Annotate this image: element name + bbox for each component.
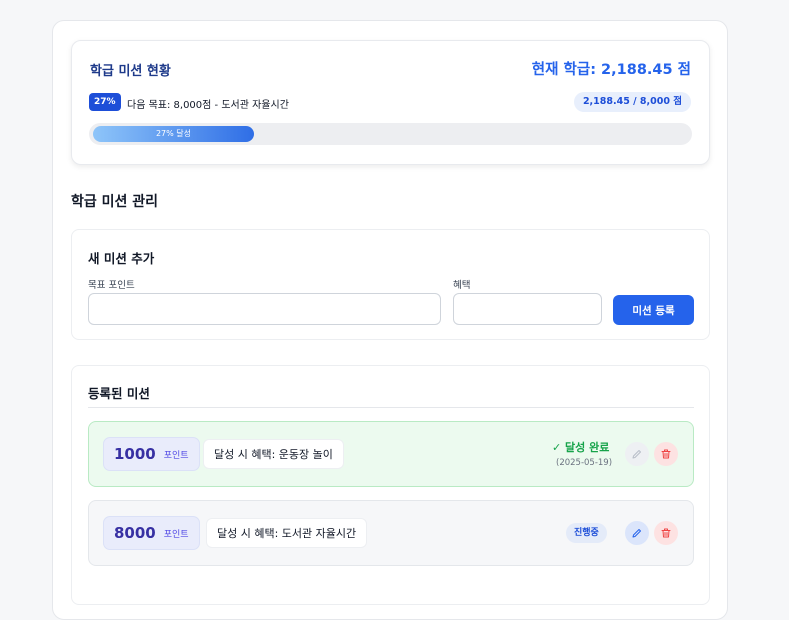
points-label: 목표 포인트 — [88, 280, 135, 291]
completion-date: (2025-05-19) — [556, 458, 613, 468]
points-input[interactable] — [88, 293, 441, 325]
points-value: 1000 — [114, 445, 156, 463]
mission-row-active: 8000 포인트 달성 시 혜택: 도서관 자율시간 진행중 — [88, 500, 694, 566]
pencil-icon — [632, 529, 641, 538]
benefit-label: 혜택 — [453, 280, 471, 291]
benefit-input[interactable] — [453, 293, 602, 325]
add-mission-card: 새 미션 추가 목표 포인트 혜택 미션 등록 — [71, 229, 710, 340]
progress-fill: 27% 달성 — [93, 126, 254, 142]
register-mission-button[interactable]: 미션 등록 — [613, 295, 694, 325]
main-container: 학급 미션 현황 현재 학급: 2,188.45 점 27% 다음 목표: 8,… — [52, 20, 728, 620]
current-score: 현재 학급: 2,188.45 점 — [531, 62, 691, 78]
delete-button[interactable] — [654, 521, 678, 545]
benefit-text: 달성 시 혜택: 운동장 놀이 — [203, 439, 344, 469]
points-box: 1000 포인트 — [103, 437, 200, 471]
score-pill: 2,188.45 / 8,000 점 — [573, 92, 691, 112]
add-mission-title: 새 미션 추가 — [88, 251, 155, 266]
next-goal-text: 다음 목표: 8,000점 - 도서관 자율시간 — [127, 100, 289, 111]
points-box: 8000 포인트 — [103, 516, 200, 550]
benefit-text: 달성 시 혜택: 도서관 자율시간 — [206, 518, 368, 548]
divider — [88, 407, 694, 408]
status-completed: ✓ 달성 완료 — [552, 441, 610, 454]
mission-status-card: 학급 미션 현황 현재 학급: 2,188.45 점 27% 다음 목표: 8,… — [71, 40, 710, 165]
registered-missions-card: 등록된 미션 1000 포인트 달성 시 혜택: 운동장 놀이 ✓ 달성 완료 … — [71, 365, 710, 605]
trash-icon — [661, 449, 671, 459]
progress-bar: 27% 달성 — [89, 123, 692, 145]
percent-badge: 27% — [89, 93, 121, 111]
points-unit: 포인트 — [163, 529, 189, 540]
edit-button[interactable] — [625, 442, 649, 466]
mission-row-completed: 1000 포인트 달성 시 혜택: 운동장 놀이 ✓ 달성 완료 (2025-0… — [88, 421, 694, 487]
points-unit: 포인트 — [163, 450, 189, 461]
registered-missions-title: 등록된 미션 — [88, 386, 150, 401]
status-in-progress: 진행중 — [566, 523, 607, 543]
edit-button[interactable] — [625, 521, 649, 545]
delete-button[interactable] — [654, 442, 678, 466]
points-value: 8000 — [114, 524, 156, 542]
trash-icon — [661, 528, 671, 538]
pencil-icon — [632, 450, 641, 459]
section-title: 학급 미션 관리 — [71, 194, 159, 210]
status-title: 학급 미션 현황 — [90, 64, 171, 79]
